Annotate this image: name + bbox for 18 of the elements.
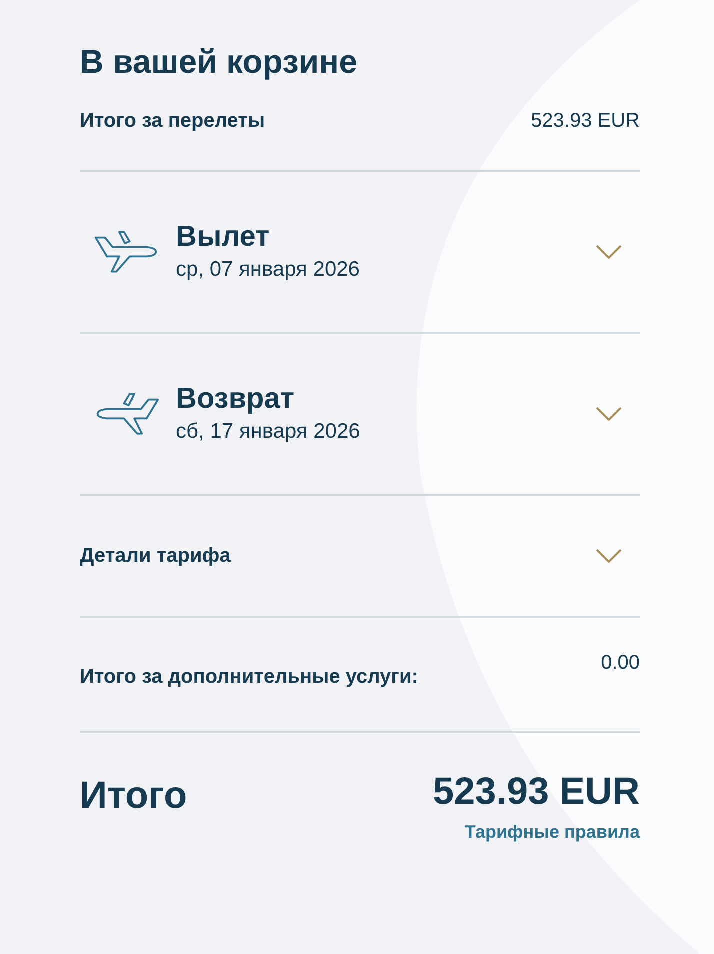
chevron-icon[interactable] — [596, 407, 622, 421]
grand-total-label: Итого — [80, 775, 188, 819]
cart-title: В вашей корзине — [80, 42, 358, 82]
grand-total-value: 523.93 EUR — [432, 771, 640, 814]
fare-rules-link[interactable]: Тарифные правила — [464, 822, 640, 843]
flights-total-label: Итого за перелеты — [80, 110, 266, 133]
airplane-icon — [94, 230, 160, 274]
chevron-icon[interactable] — [596, 549, 622, 563]
flights-total-value: 523.93 EUR — [531, 110, 640, 133]
flight-title: Вылет — [176, 220, 271, 255]
chevron-icon[interactable] — [596, 245, 622, 259]
section-title: Детали тарифа — [80, 544, 232, 568]
extras-total-label: Итого за дополнительные услуги: — [80, 666, 418, 689]
airplane-icon — [94, 392, 160, 436]
flight-title: Возврат — [176, 382, 296, 417]
flight-date: ср, 07 января 2026 — [176, 257, 361, 283]
extras-total-value: 0.00 — [601, 652, 640, 675]
flight-date: сб, 17 января 2026 — [176, 419, 362, 445]
